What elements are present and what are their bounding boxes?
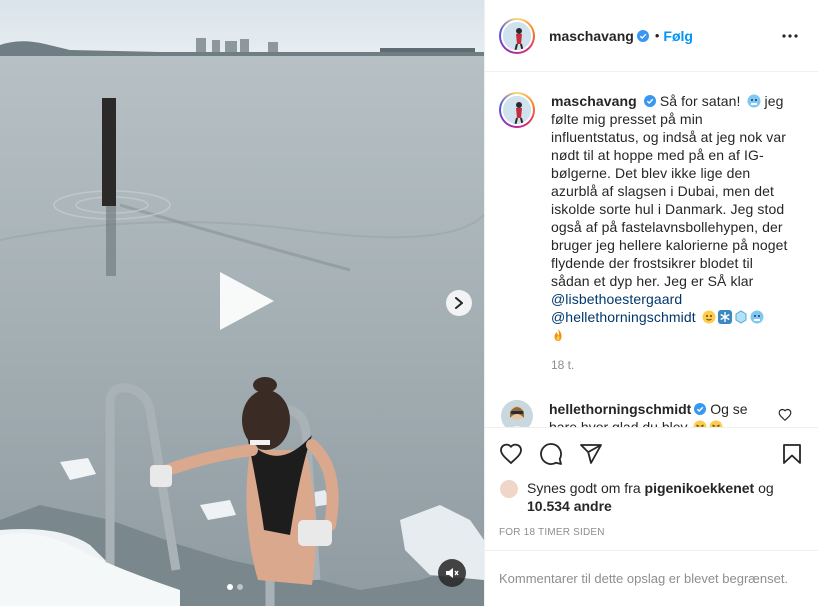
cold-sweat-emoji-icon xyxy=(702,310,716,324)
caption-author-username[interactable]: maschavang xyxy=(551,93,637,109)
post-video[interactable] xyxy=(0,0,484,606)
mention-link-2[interactable]: @hellethorningschmidt xyxy=(551,309,696,325)
post-details-panel: maschavang • Følg maschavang Så for sata… xyxy=(484,0,818,606)
carousel-dot xyxy=(227,584,233,590)
more-icon xyxy=(782,33,798,38)
comments-limited-notice: Kommentarer til dette opslag er blevet b… xyxy=(485,550,818,606)
grinning-squint-emoji-icon xyxy=(709,420,723,427)
post-header: maschavang • Følg xyxy=(485,0,818,72)
comments-section: maschavang Så for satan! jeg følte mig p… xyxy=(485,72,818,427)
like-comment-heart-icon[interactable] xyxy=(778,408,792,422)
cold-face-emoji-icon xyxy=(750,310,764,324)
separator-dot: • xyxy=(654,28,660,43)
fire-emoji-icon xyxy=(554,329,562,341)
verified-badge-icon xyxy=(636,29,649,42)
verified-badge-icon xyxy=(643,95,656,107)
mute-button[interactable] xyxy=(438,559,466,587)
ice-cube-emoji-icon xyxy=(735,310,747,324)
caption-body: jeg følte mig presset på min influentsta… xyxy=(551,93,788,289)
avatar-image xyxy=(503,96,531,124)
avatar-image xyxy=(501,400,533,427)
chevron-right-icon xyxy=(455,297,463,309)
post-modal: maschavang • Følg maschavang Så for sata… xyxy=(0,0,818,606)
likes-others-link[interactable]: 10.534 andre xyxy=(527,498,612,514)
cold-face-emoji-icon xyxy=(747,94,761,108)
likes-conj: og xyxy=(758,480,774,496)
mention-link-1[interactable]: @lisbethoestergaard xyxy=(551,291,682,307)
follow-button[interactable]: Følg xyxy=(663,28,693,44)
verified-badge-icon xyxy=(694,403,707,415)
caption-time: 18 t. xyxy=(551,358,575,372)
save-bookmark-icon[interactable] xyxy=(780,442,804,466)
likes-prefix: Synes godt om fra xyxy=(527,480,641,496)
share-paper-plane-icon[interactable] xyxy=(579,442,603,466)
likes-summary: Synes godt om fra pigenikoekkenet og 10.… xyxy=(485,479,818,515)
muted-speaker-icon xyxy=(446,568,459,578)
like-heart-icon[interactable] xyxy=(499,442,523,466)
caption-text: maschavang Så for satan! jeg følte mig p… xyxy=(551,92,791,344)
carousel-indicator xyxy=(227,584,243,590)
comment-text: hellethorningschmidt Og se bare hvor gla… xyxy=(549,400,759,427)
caption-intro: Så for satan! xyxy=(659,93,741,109)
next-media-button[interactable] xyxy=(446,290,472,316)
comment-item: hellethorningschmidt Og se bare hvor gla… xyxy=(499,400,804,427)
commenter-username[interactable]: hellethorningschmidt xyxy=(549,401,691,417)
likes-text: Synes godt om fra pigenikoekkenet og 10.… xyxy=(527,479,804,515)
caption-author-avatar[interactable] xyxy=(499,92,535,128)
snowflake-emoji-icon xyxy=(717,310,732,324)
carousel-dot xyxy=(237,584,243,590)
post-timestamp[interactable]: FOR 18 TIMER SIDEN xyxy=(485,515,818,550)
grinning-squint-emoji-icon xyxy=(693,420,707,427)
caption: maschavang Så for satan! jeg følte mig p… xyxy=(499,92,804,344)
comment-bubble-icon[interactable] xyxy=(539,442,563,466)
avatar-image xyxy=(503,21,531,50)
commenter-avatar[interactable] xyxy=(501,400,533,427)
liker-username[interactable]: pigenikoekkenet xyxy=(645,480,755,496)
liker-avatar[interactable] xyxy=(499,479,519,499)
author-username[interactable]: maschavang xyxy=(549,28,634,44)
play-icon xyxy=(220,272,274,330)
more-options-button[interactable] xyxy=(778,24,802,48)
action-bar xyxy=(485,427,818,479)
play-button[interactable] xyxy=(212,268,278,334)
author-avatar[interactable] xyxy=(499,17,535,54)
